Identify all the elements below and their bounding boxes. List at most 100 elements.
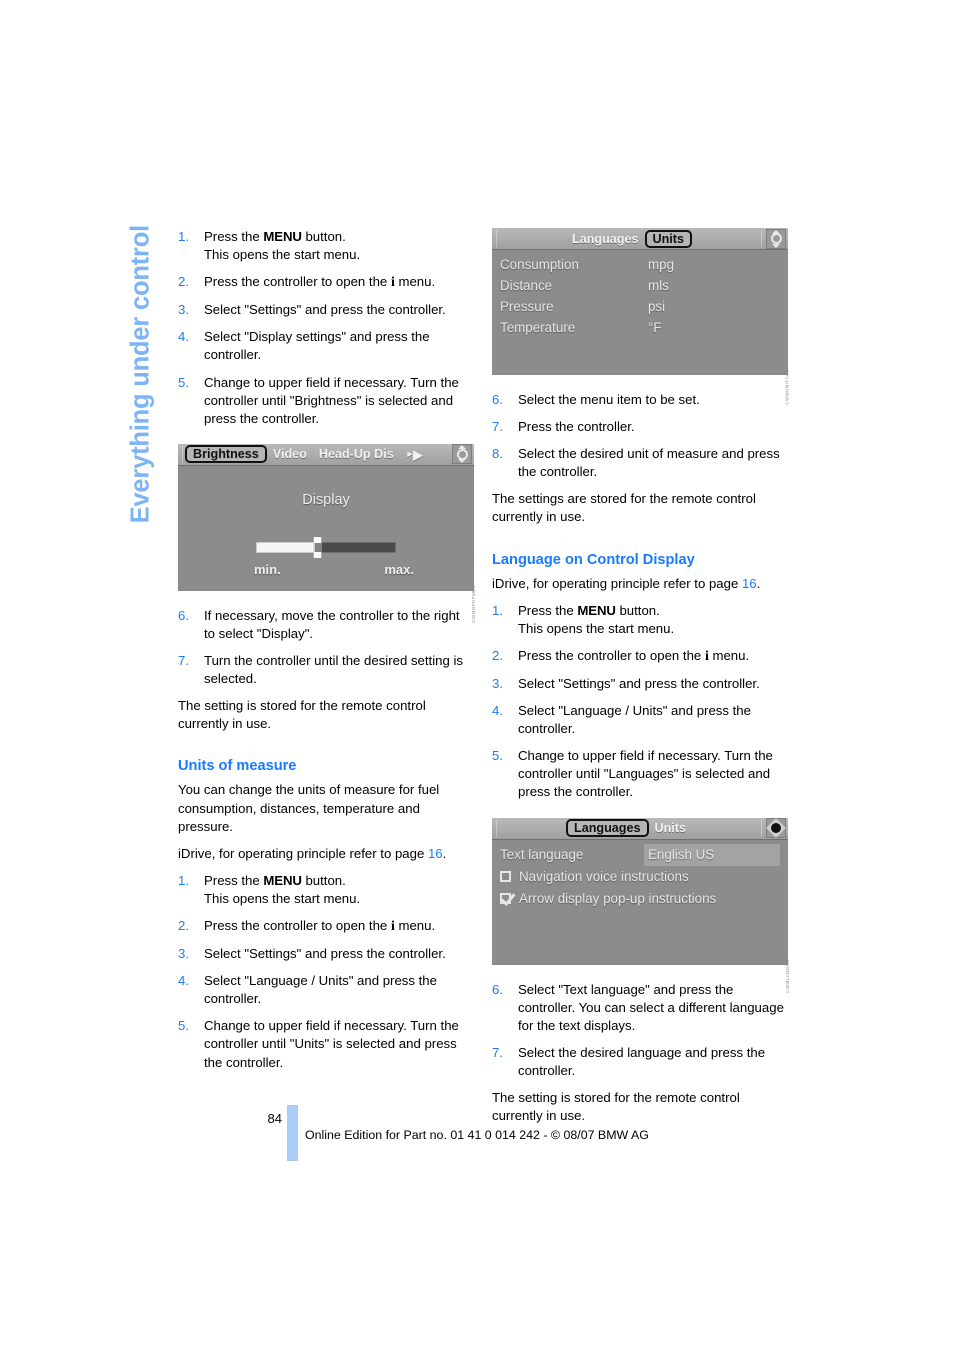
checkbox-row-navigation-voice[interactable]: Navigation voice instructions <box>500 866 780 888</box>
checkbox-checked-icon[interactable] <box>500 893 511 904</box>
tab-divider <box>182 445 183 463</box>
step-text: Press the MENU button. This opens the sta… <box>518 602 675 636</box>
step-item: 2. Press the controller to open the i me… <box>178 917 474 936</box>
step-text: Press the MENU button. This opens the sta… <box>204 229 361 263</box>
idrive-tabbar: Languages Units <box>492 228 788 250</box>
figure-units: Languages Units Consumption mpg Distance… <box>492 228 790 405</box>
units-row-value: °F <box>648 320 662 335</box>
checkbox-label: Arrow display pop-up instructions <box>519 890 717 906</box>
tab-divider <box>496 230 497 247</box>
note-display-stored: The setting is stored for the remote con… <box>178 698 426 732</box>
units-row[interactable]: Temperature °F <box>500 317 780 338</box>
step-text: Press the MENU button. This opens the sta… <box>204 872 361 906</box>
page-reference-link[interactable]: 16 <box>428 846 443 861</box>
step-number: 7. <box>178 653 189 669</box>
idrive-screen-language: Languages Units Text language English US <box>492 817 788 965</box>
slider-fill <box>256 541 315 553</box>
slider-knob[interactable] <box>312 536 322 558</box>
tab-divider <box>761 230 762 247</box>
step-item: 7. Press the controller. <box>492 418 788 436</box>
idrive-screen-body: Text language English US Navigation voic… <box>492 839 788 964</box>
steps-display-settings: 1. Press the MENU button. This opens the … <box>178 228 474 428</box>
units-row[interactable]: Pressure psi <box>500 296 780 317</box>
tab-brightness[interactable]: Brightness <box>185 445 267 464</box>
step-number: 5. <box>178 374 189 390</box>
step-number: 5. <box>492 748 503 764</box>
text-language-key: Text language <box>500 846 584 862</box>
language-list: Text language English US Navigation voic… <box>492 843 788 910</box>
step-text: Select the desired language and press th… <box>518 1044 766 1078</box>
step-item: 2. Press the controller to open the i me… <box>492 647 788 666</box>
step-text: Press the controller to open the i menu. <box>204 917 436 934</box>
step-number: 4. <box>178 329 189 345</box>
idrive-screen-body: Display min. max. <box>178 465 474 590</box>
footer-edition-text: Online Edition for Part no. 01 41 0 014 … <box>305 1128 649 1142</box>
tab-units[interactable]: Units <box>649 820 692 836</box>
step-number: 6. <box>178 607 189 623</box>
step-number: 2. <box>178 274 189 290</box>
step-number: 2. <box>492 647 503 663</box>
step-item: 7. Turn the controller until the desired… <box>178 652 474 688</box>
step-text: Select "Settings" and press the controll… <box>518 675 760 691</box>
right-column: Languages Units Consumption mpg Distance… <box>492 228 790 1125</box>
idrive-screen-body: Consumption mpg Distance mls Pressure ps… <box>492 250 788 374</box>
chapter-side-tab: Everything under control <box>118 225 164 625</box>
tab-languages[interactable]: Languages <box>566 819 649 837</box>
units-row[interactable]: Distance mls <box>500 275 780 296</box>
steps-units-continued: 6. Select the menu item to be set. 7. Pr… <box>492 391 788 481</box>
checkbox-row-arrow-display[interactable]: Arrow display pop-up instructions <box>500 888 780 910</box>
step-item: 2. Press the controller to open the i me… <box>178 273 474 292</box>
tab-languages[interactable]: Languages <box>566 231 644 247</box>
step-item: 5. Change to upper field if necessary. T… <box>492 747 788 801</box>
slider-minmax-labels: min. max. <box>254 562 414 577</box>
units-intro-text: You can change the units of measure for … <box>178 782 440 834</box>
step-number: 3. <box>178 302 189 318</box>
step-text: Select "Settings" and press the controll… <box>204 946 446 962</box>
units-row-key: Consumption <box>500 257 579 272</box>
step-number: 3. <box>178 946 189 962</box>
step-item: 4. Select "Language / Units" and press t… <box>492 702 788 738</box>
step-text: Press the controller to open the i menu. <box>204 274 436 291</box>
step-text: Select "Settings" and press the controll… <box>204 302 446 318</box>
heading-units-of-measure: Units of measure <box>178 758 297 775</box>
step-text: Turn the controller until the desired se… <box>204 653 463 687</box>
step-text: Press the controller to open the i menu. <box>518 647 750 664</box>
step-item: 7. Select the desired language and press… <box>492 1044 788 1080</box>
step-item: 6. If necessary, move the controller to … <box>178 607 474 643</box>
note-units-stored: The settings are stored for the remote c… <box>492 491 756 525</box>
checkbox-unchecked-icon[interactable] <box>500 871 511 882</box>
step-text: Select "Language / Units" and press the … <box>518 703 751 737</box>
step-text: Select the desired unit of measure and p… <box>518 446 780 480</box>
units-list: Consumption mpg Distance mls Pressure ps… <box>492 254 788 338</box>
step-item: 6. Select the menu item to be set. <box>492 391 788 409</box>
text-language-row[interactable]: Text language English US <box>500 843 780 866</box>
step-number: 3. <box>492 675 503 691</box>
units-row-key: Distance <box>500 278 553 293</box>
step-number: 5. <box>178 1018 189 1034</box>
step-text: Select "Text language" and press the con… <box>518 981 784 1033</box>
tab-more-arrow-icon[interactable]: ‣▶ <box>400 446 429 463</box>
page-reference-link[interactable]: 16 <box>742 576 757 591</box>
step-number: 1. <box>178 229 189 244</box>
step-text: Select "Display settings" and press the … <box>204 329 430 363</box>
step-item: 3. Select "Settings" and press the contr… <box>178 301 474 319</box>
step-number: 1. <box>492 602 503 618</box>
units-row[interactable]: Consumption mpg <box>500 254 780 275</box>
tab-video[interactable]: Video <box>267 446 313 462</box>
idrive-screen-units: Languages Units Consumption mpg Distance… <box>492 228 788 375</box>
step-number: 7. <box>492 1044 503 1060</box>
step-item: 8. Select the desired unit of measure an… <box>492 445 788 481</box>
steps-display-continued: 6. If necessary, move the controller to … <box>178 607 474 688</box>
step-number: 4. <box>178 973 189 989</box>
step-item: 1. Press the MENU button. This opens the … <box>178 872 474 908</box>
step-text: Select "Language / Units" and press the … <box>204 973 437 1007</box>
brightness-slider[interactable] <box>256 536 396 558</box>
tab-divider <box>496 819 497 837</box>
tab-head-up-display[interactable]: Head-Up Dis <box>313 446 400 462</box>
step-item: 3. Select "Settings" and press the contr… <box>492 675 788 693</box>
step-item: 4. Select "Display settings" and press t… <box>178 328 474 364</box>
language-idrive-reference: iDrive, for operating principle refer to… <box>492 575 761 591</box>
tab-units[interactable]: Units <box>644 229 692 248</box>
checkbox-label: Navigation voice instructions <box>519 868 689 884</box>
display-label: Display <box>302 491 350 508</box>
